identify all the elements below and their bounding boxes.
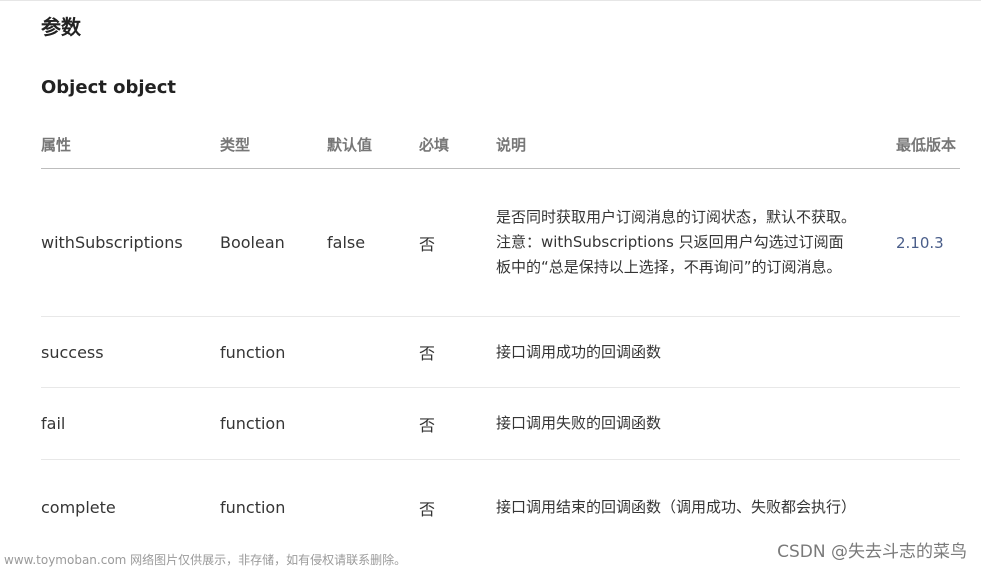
cell-description: 是否同时获取用户订阅消息的订阅状态，默认不获取。注意：withSubscript…	[496, 168, 896, 317]
cell-default	[327, 460, 419, 556]
author-watermark: CSDN @失去斗志的菜鸟	[777, 542, 967, 562]
parameters-table: 属性 类型 默认值 必填 说明 最低版本 withSubscriptions B…	[41, 120, 960, 555]
table-header-row: 属性 类型 默认值 必填 说明 最低版本	[41, 120, 960, 169]
cell-version-link[interactable]: 2.10.3	[896, 168, 960, 317]
header-type: 类型	[220, 120, 327, 169]
top-divider	[0, 0, 981, 1]
table-row: fail function 否 接口调用失败的回调函数	[41, 387, 960, 460]
table-row: success function 否 接口调用成功的回调函数	[41, 316, 960, 388]
cell-required: 否	[419, 499, 436, 519]
cell-default	[327, 316, 419, 388]
cell-name: withSubscriptions	[41, 168, 220, 317]
header-min-version: 最低版本	[896, 120, 960, 169]
cell-required: 否	[419, 387, 496, 460]
cell-version	[896, 316, 960, 388]
header-default: 默认值	[327, 120, 419, 169]
cell-required: 否	[419, 316, 496, 388]
cell-version	[896, 387, 960, 460]
cell-type: Boolean	[220, 168, 327, 317]
cell-name: fail	[41, 387, 220, 460]
object-heading: Object object	[41, 77, 177, 98]
cell-name: complete	[41, 498, 116, 517]
source-watermark: www.toymoban.com 网络图片仅供展示，非存储，如有侵权请联系删除。	[4, 553, 407, 567]
cell-type: function	[220, 387, 327, 460]
cell-type: function	[220, 498, 286, 517]
cell-required: 否	[419, 168, 496, 317]
cell-type: function	[220, 316, 327, 388]
header-description: 说明	[496, 120, 896, 169]
header-required: 必填	[419, 120, 496, 169]
header-property: 属性	[41, 120, 220, 169]
section-heading: 参数	[41, 15, 81, 39]
cell-default	[327, 387, 419, 460]
cell-description: 接口调用失败的回调函数	[496, 387, 896, 460]
table-row: withSubscriptions Boolean false 否 是否同时获取…	[41, 168, 960, 317]
cell-name: success	[41, 316, 220, 388]
cell-description: 接口调用成功的回调函数	[496, 316, 896, 388]
cell-default: false	[327, 168, 419, 317]
